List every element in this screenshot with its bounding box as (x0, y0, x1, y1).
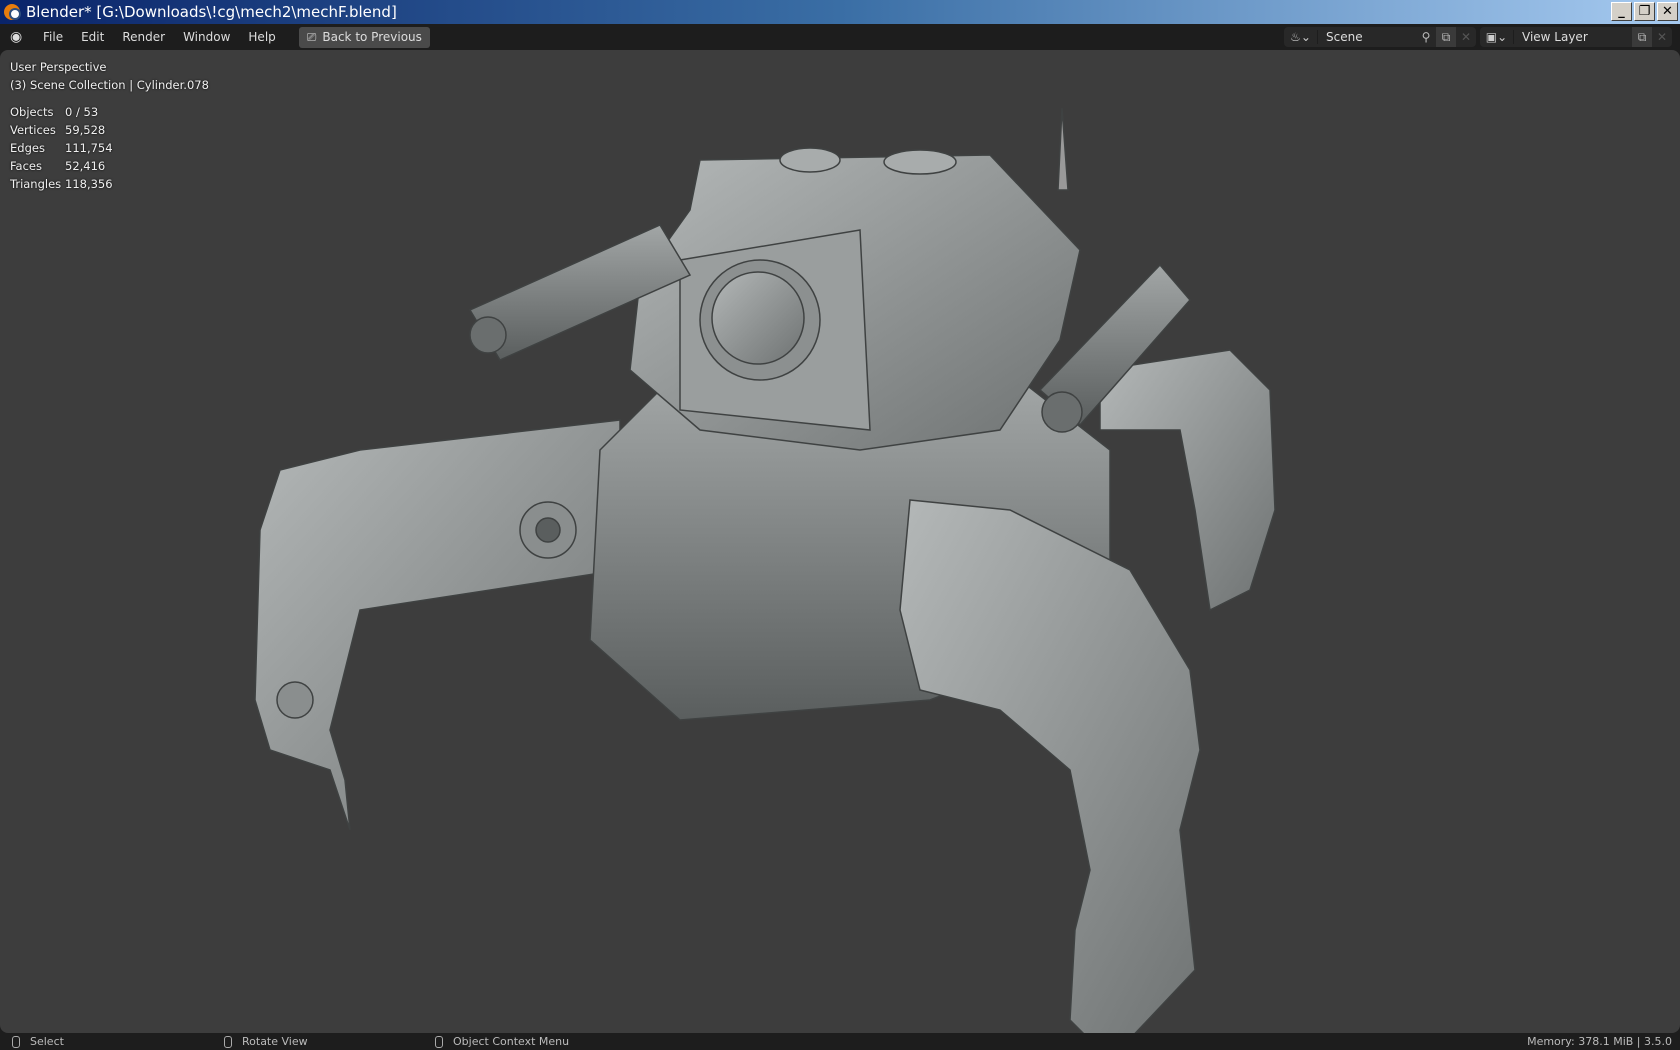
restore-button[interactable]: ❐ (1634, 2, 1655, 21)
status-select: Select (30, 1035, 64, 1048)
view-perspective-label: User Perspective (10, 60, 107, 74)
menu-window[interactable]: Window (174, 30, 239, 44)
view-layer-selector[interactable]: ▣⌄ View Layer ⧉ ✕ (1480, 27, 1672, 47)
scene-statistics: Objects 0 / 53 Vertices 59,528 Edges 111,75… (10, 103, 209, 193)
stat-label: Faces (10, 159, 42, 173)
new-view-layer-icon[interactable]: ⧉ (1632, 27, 1652, 47)
stat-value: 59,528 (65, 123, 106, 137)
menu-help[interactable]: Help (239, 30, 284, 44)
menu-bar: ◉ File Edit Render Window Help ⎚ Back to… (0, 24, 1680, 50)
view-layer-icon[interactable]: ▣⌄ (1480, 30, 1514, 44)
monitor-back-icon: ⎚ (306, 29, 317, 44)
back-to-previous-button[interactable]: ⎚ Back to Previous (298, 26, 430, 48)
scene-selector[interactable]: ♨⌄ Scene ⚲ ⧉ ✕ (1284, 27, 1476, 47)
mouse-left-icon (12, 1035, 20, 1048)
window-title: Blender* [G:\Downloads\!cg\mech2\mechF.b… (26, 3, 397, 21)
stat-label: Triangles (10, 177, 62, 191)
menu-file[interactable]: File (34, 30, 72, 44)
stat-value: 111,754 (65, 141, 113, 155)
3d-viewport[interactable]: User Perspective (3) Scene Collection | … (0, 50, 1680, 1033)
stat-value: 0 / 53 (65, 105, 99, 119)
status-rotate: Rotate View (242, 1035, 308, 1048)
scene-name[interactable]: Scene (1318, 30, 1416, 44)
menu-edit[interactable]: Edit (72, 30, 113, 44)
viewport-info-overlay: User Perspective (3) Scene Collection | … (10, 58, 209, 193)
stat-label: Objects (10, 105, 54, 119)
stat-value: 118,356 (65, 177, 113, 191)
back-to-previous-label: Back to Previous (322, 30, 422, 44)
mouse-right-icon (435, 1035, 443, 1048)
stat-value: 52,416 (65, 159, 106, 173)
memory-version-info: Memory: 378.1 MiB | 3.5.0 (1527, 1035, 1672, 1048)
blender-menu-icon[interactable]: ◉ (10, 29, 26, 45)
blender-logo-icon (4, 4, 21, 20)
delete-scene-icon[interactable]: ✕ (1456, 27, 1476, 47)
mech-model (254, 107, 1276, 1033)
pin-icon[interactable]: ⚲ (1416, 27, 1436, 47)
delete-view-layer-icon[interactable]: ✕ (1652, 27, 1672, 47)
title-bar: Blender* [G:\Downloads\!cg\mech2\mechF.b… (0, 0, 1680, 24)
new-scene-icon[interactable]: ⧉ (1436, 27, 1456, 47)
stat-label: Edges (10, 141, 45, 155)
status-bar: Select Rotate View Object Context Menu M… (0, 1033, 1680, 1050)
minimize-button[interactable]: _ (1611, 2, 1632, 21)
menu-render[interactable]: Render (113, 30, 174, 44)
mouse-middle-icon (224, 1035, 232, 1048)
close-button[interactable]: ✕ (1657, 2, 1678, 21)
status-context-menu: Object Context Menu (453, 1035, 570, 1048)
scene-icon[interactable]: ♨⌄ (1284, 30, 1318, 44)
active-collection-label: (3) Scene Collection | Cylinder.078 (10, 78, 209, 92)
view-layer-name[interactable]: View Layer (1514, 30, 1632, 44)
stat-label: Vertices (10, 123, 56, 137)
